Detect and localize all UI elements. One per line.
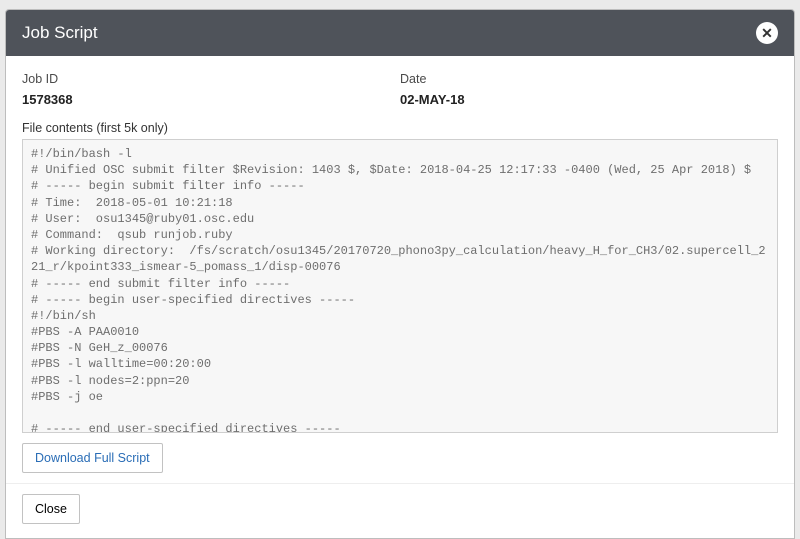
modal-footer: Close — [6, 483, 794, 538]
file-contents-label: File contents (first 5k only) — [22, 121, 778, 135]
date-label: Date — [400, 72, 778, 86]
meta-row: Job ID 1578368 Date 02-MAY-18 — [22, 72, 778, 107]
file-contents-box[interactable]: #!/bin/bash -l # Unified OSC submit filt… — [22, 139, 778, 433]
close-icon[interactable]: ✕ — [756, 22, 778, 44]
job-script-modal: Job Script ✕ Job ID 1578368 Date 02-MAY-… — [5, 9, 795, 539]
download-full-script-button[interactable]: Download Full Script — [22, 443, 163, 473]
modal-body: Job ID 1578368 Date 02-MAY-18 File conte… — [6, 56, 794, 483]
job-id-value: 1578368 — [22, 92, 400, 107]
modal-title: Job Script — [22, 23, 98, 43]
date-value: 02-MAY-18 — [400, 92, 778, 107]
modal-header: Job Script ✕ — [6, 10, 794, 56]
job-id-label: Job ID — [22, 72, 400, 86]
meta-job-id: Job ID 1578368 — [22, 72, 400, 107]
close-button[interactable]: Close — [22, 494, 80, 524]
meta-date: Date 02-MAY-18 — [400, 72, 778, 107]
